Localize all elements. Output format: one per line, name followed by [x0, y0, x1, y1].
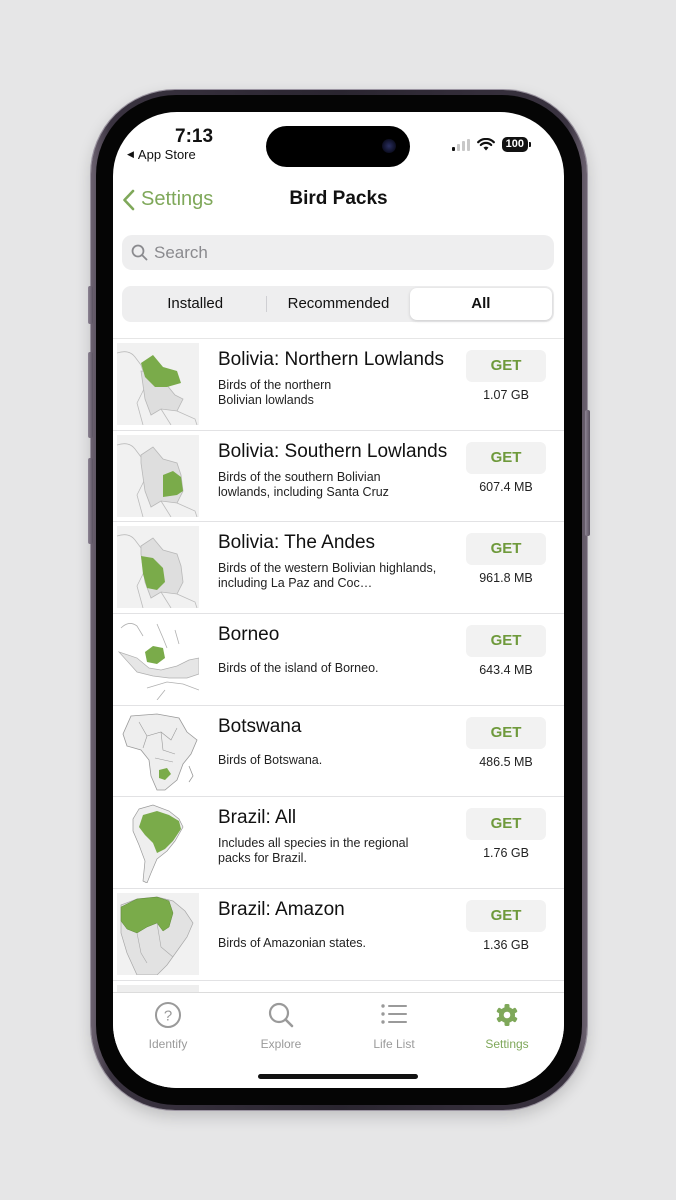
- back-triangle-icon: ◀: [127, 149, 134, 159]
- pack-title: Bolivia: Southern Lowlands: [218, 440, 448, 462]
- tab-label: Settings: [485, 1037, 529, 1051]
- tab-label: Life List: [373, 1037, 415, 1051]
- pack-row[interactable]: Botswana Birds of Botswana. GET 486.5 MB: [113, 706, 564, 798]
- get-button[interactable]: GET: [466, 716, 546, 749]
- question-circle-icon: ?: [155, 1002, 181, 1028]
- map-thumbnail-brazil-all: [117, 801, 199, 884]
- pack-description: Birds of the northern Bolivian lowlands: [218, 378, 332, 407]
- tab-identify[interactable]: ? Identify: [123, 1001, 213, 1051]
- screen: 7:13 ◀ App Store 100 Settings Bird Packs: [113, 112, 564, 1088]
- back-app-label: App Store: [137, 147, 196, 162]
- pack-title: Bolivia: Northern Lowlands: [218, 349, 445, 370]
- segment-all[interactable]: All: [409, 288, 552, 320]
- dynamic-island: [266, 126, 410, 167]
- wifi-icon: [476, 138, 495, 151]
- pack-description: Birds of Botswana.: [218, 752, 323, 767]
- pack-size: 1.07 GB: [483, 388, 529, 402]
- map-thumbnail-partial: [117, 984, 199, 992]
- pack-size: 1.76 GB: [483, 846, 529, 861]
- tab-settings[interactable]: Settings: [462, 1001, 552, 1051]
- get-button[interactable]: GET: [466, 900, 546, 933]
- pack-description: Birds of the western Bolivian highlands,…: [218, 561, 437, 591]
- tab-label: Identify: [148, 1037, 188, 1051]
- navigation-bar: Settings Bird Packs: [113, 182, 564, 218]
- battery-indicator: 100: [501, 137, 532, 152]
- svg-text:?: ?: [164, 1008, 172, 1025]
- status-time: 7:13: [175, 126, 214, 147]
- pack-row-partial[interactable]: [113, 981, 564, 992]
- pack-title: Borneo: [218, 624, 280, 646]
- get-button[interactable]: GET: [466, 441, 546, 474]
- map-thumbnail-bolivia-north: [117, 343, 199, 425]
- segment-installed[interactable]: Installed: [124, 288, 266, 320]
- map-thumbnail-brazil-amazon: [117, 893, 199, 976]
- pack-title: Bolivia: The Andes: [218, 532, 376, 554]
- pack-row[interactable]: Brazil: All Includes all species in the …: [113, 797, 564, 890]
- get-button[interactable]: GET: [466, 533, 546, 566]
- volume-down-button: [88, 458, 93, 544]
- pack-row[interactable]: Borneo Birds of the island of Borneo. GE…: [113, 614, 564, 706]
- get-button[interactable]: GET: [466, 350, 546, 382]
- camera-icon: [382, 139, 396, 153]
- page-title: Bird Packs: [289, 188, 388, 209]
- gear-icon: [496, 1004, 518, 1026]
- pack-description: Birds of the southern Bolivian lowlands,…: [218, 469, 389, 499]
- segment-recommended[interactable]: Recommended: [267, 288, 409, 320]
- filter-segmented-control: Installed Recommended All: [122, 286, 554, 322]
- pack-description: Birds of Amazonian states.: [218, 936, 366, 951]
- bird-pack-list[interactable]: Bolivia: Northern Lowlands Birds of the …: [113, 338, 564, 992]
- pack-size: 607.4 MB: [479, 479, 533, 494]
- pack-size: 643.4 MB: [479, 663, 533, 678]
- pack-title: Botswana: [218, 715, 302, 737]
- get-button[interactable]: GET: [466, 808, 546, 841]
- search-icon: [131, 244, 148, 261]
- volume-up-button: [88, 352, 93, 438]
- pack-size: 1.36 GB: [483, 938, 529, 953]
- cellular-signal-icon: [451, 138, 470, 151]
- search-field[interactable]: [122, 235, 554, 270]
- map-thumbnail-borneo: [117, 618, 199, 701]
- home-indicator[interactable]: [258, 1074, 418, 1079]
- pack-description: Birds of the island of Borneo.: [218, 661, 379, 676]
- pack-row[interactable]: Bolivia: Northern Lowlands Birds of the …: [113, 339, 564, 431]
- pack-title: Brazil: Amazon: [218, 899, 345, 921]
- search-input[interactable]: [154, 242, 534, 263]
- tab-life-list[interactable]: Life List: [349, 1001, 439, 1051]
- pack-row[interactable]: Bolivia: Southern Lowlands Birds of the …: [113, 431, 564, 523]
- map-thumbnail-bolivia-south: [117, 434, 199, 517]
- search-icon: [268, 1002, 294, 1028]
- pack-size: 486.5 MB: [479, 754, 533, 769]
- list-icon: [381, 1004, 407, 1024]
- map-thumbnail-bolivia-andes: [117, 526, 199, 609]
- back-to-app-store[interactable]: ◀ App Store: [127, 147, 196, 162]
- pack-row[interactable]: Brazil: Amazon Birds of Amazonian states…: [113, 889, 564, 981]
- get-button[interactable]: GET: [466, 625, 546, 658]
- map-thumbnail-botswana: [117, 709, 199, 792]
- pack-size: 961.8 MB: [479, 571, 533, 586]
- status-indicators: 100: [451, 137, 532, 152]
- pack-row[interactable]: Bolivia: The Andes Birds of the western …: [113, 522, 564, 615]
- action-button: [88, 286, 93, 324]
- pack-description: Includes all species in the regional pac…: [218, 836, 409, 866]
- pack-title: Brazil: All: [218, 807, 297, 829]
- power-button: [585, 410, 590, 536]
- tab-explore[interactable]: Explore: [236, 1001, 326, 1051]
- tab-label: Explore: [260, 1037, 302, 1051]
